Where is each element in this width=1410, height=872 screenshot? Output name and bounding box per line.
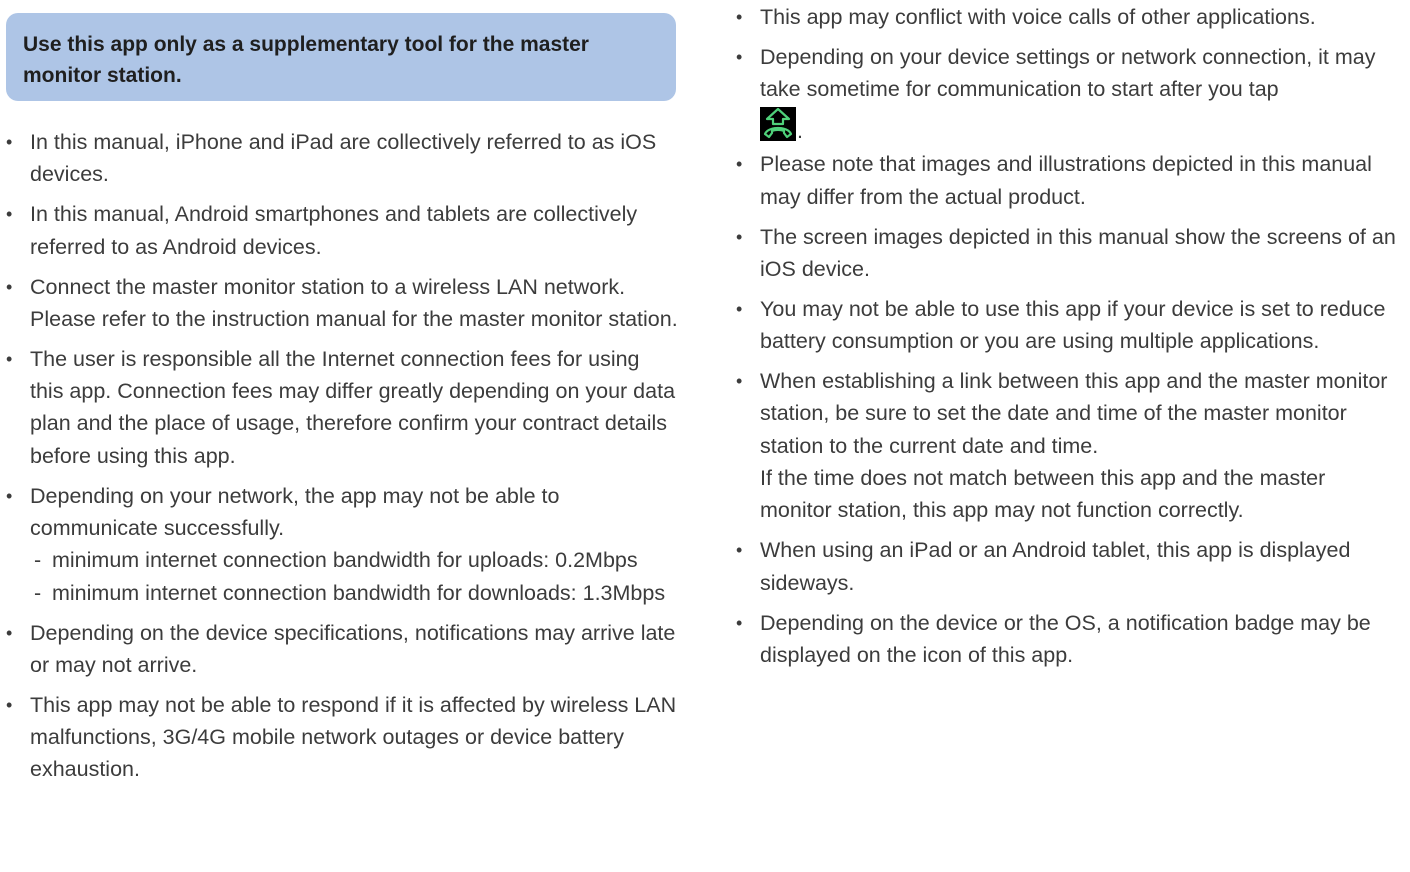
note-text: In this manual, iPhone and iPad are coll… [30,130,657,187]
note-text: The user is responsible all the Internet… [30,346,676,468]
callout-text: Use this app only as a supplementary too… [23,33,589,87]
list-item: Depending on the device or the OS, a not… [736,607,1396,672]
note-text: Please note that images and illustration… [760,152,1372,209]
sentence-period: . [797,118,803,143]
supplementary-tool-callout: Use this app only as a supplementary too… [6,13,676,101]
note-text: Depending on the device specifications, … [30,620,676,677]
call-answer-icon [760,106,796,141]
bandwidth-upload: minimum internet connection bandwidth fo… [30,544,678,577]
left-notes-list: In this manual, iPhone and iPad are coll… [6,126,678,793]
list-item: The screen images depicted in this manua… [736,221,1396,286]
note-text: You may not be able to use this app if y… [760,296,1386,354]
note-text: Connect the master monitor station to a … [30,274,678,331]
list-item: This app may not be able to respond if i… [6,689,678,786]
note-text: Depending on your network, the app may n… [30,483,560,541]
list-item: You may not be able to use this app if y… [736,293,1396,358]
note-text: When using an iPad or an Android tablet,… [760,538,1351,595]
note-text: Depending on your device settings or net… [760,44,1376,102]
note-text: In this manual, Android smartphones and … [30,202,638,259]
list-item: Depending on your device settings or net… [736,41,1396,141]
list-item: In this manual, Android smartphones and … [6,198,678,263]
bandwidth-list: minimum internet connection bandwidth fo… [30,544,678,609]
note-text: This app may conflict with voice calls o… [760,5,1316,29]
right-notes-list: This app may conflict with voice calls o… [736,1,1396,679]
note-text: The screen images depicted in this manua… [760,224,1396,281]
list-item: Depending on your network, the app may n… [6,480,678,609]
list-item: When using an iPad or an Android tablet,… [736,534,1396,599]
list-item: Depending on the device specifications, … [6,617,678,682]
time-mismatch-note: If the time does not match between this … [760,466,1326,523]
list-item: Please note that images and illustration… [736,148,1396,213]
list-item: This app may conflict with voice calls o… [736,1,1396,34]
note-text: This app may not be able to respond if i… [30,692,677,782]
list-item: Connect the master monitor station to a … [6,271,678,336]
list-item: The user is responsible all the Internet… [6,343,678,472]
list-item: In this manual, iPhone and iPad are coll… [6,126,678,191]
bandwidth-download: minimum internet connection bandwidth fo… [30,577,678,610]
note-text: Depending on the device or the OS, a not… [760,610,1371,667]
list-item: When establishing a link between this ap… [736,365,1396,526]
note-text: When establishing a link between this ap… [760,369,1388,458]
call-answer-icon-graphic [760,106,796,141]
tap-icon-row: . [760,106,1396,141]
